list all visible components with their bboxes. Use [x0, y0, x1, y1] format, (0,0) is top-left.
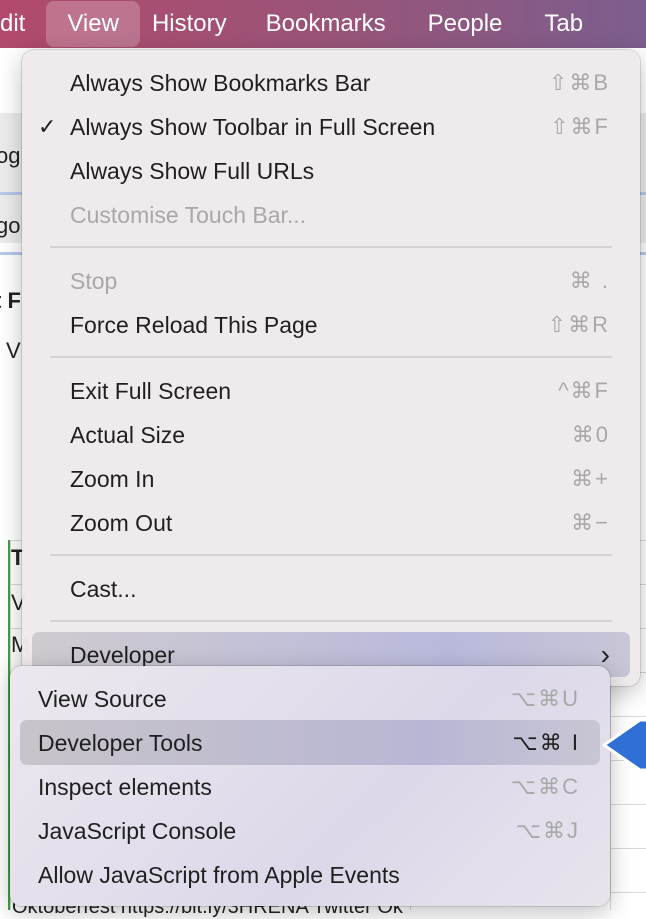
developer-submenu: View Source ⌥⌘U Developer Tools ⌥⌘ I Inspe…: [10, 666, 610, 906]
shortcut: ⇧⌘R: [547, 312, 610, 337]
label: Cast...: [70, 575, 137, 602]
bg-text: t F: [0, 288, 21, 313]
label: Actual Size: [70, 421, 186, 448]
label: Customise Touch Bar...: [70, 201, 307, 228]
separator: [50, 356, 612, 358]
shortcut: ⌥⌘C: [510, 774, 580, 799]
label: Zoom Out: [70, 509, 173, 536]
menu-item-stop: Stop ⌘ .: [22, 259, 640, 303]
menu-people[interactable]: People: [407, 1, 524, 47]
label: View Source: [38, 685, 167, 712]
menu-item-view-source[interactable]: View Source ⌥⌘U: [10, 677, 610, 721]
menu-item-actual-size[interactable]: Actual Size ⌘0: [22, 413, 640, 457]
checkmark-icon: ✓: [38, 114, 57, 139]
separator: [50, 554, 612, 556]
menu-bar: dit View History Bookmarks People Tab: [0, 0, 646, 48]
label: Zoom In: [70, 465, 155, 492]
bg-text: go: [0, 213, 21, 238]
bg-text: V: [6, 338, 21, 363]
label: Allow JavaScript from Apple Events: [38, 861, 400, 888]
shortcut: ⌘+: [571, 466, 610, 491]
label: Developer: [70, 641, 175, 668]
menu-item-cast[interactable]: Cast...: [22, 567, 640, 611]
bg-text: og: [0, 143, 21, 168]
label: Always Show Bookmarks Bar: [70, 69, 371, 96]
menu-item-force-reload[interactable]: Force Reload This Page ⇧⌘R: [22, 303, 640, 347]
shortcut: ⌥⌘U: [510, 686, 580, 711]
label: JavaScript Console: [38, 817, 237, 844]
menu-tab[interactable]: Tab: [523, 1, 604, 47]
menu-item-allow-javascript-apple-events[interactable]: Allow JavaScript from Apple Events: [10, 853, 610, 897]
menu-item-always-show-full-urls[interactable]: Always Show Full URLs: [22, 149, 640, 193]
label: Exit Full Screen: [70, 377, 232, 404]
menu-history[interactable]: History: [140, 1, 245, 47]
separator: [50, 246, 612, 248]
shortcut: ⌘ .: [569, 268, 610, 293]
shortcut: ⌘0: [571, 422, 610, 447]
label: Always Show Full URLs: [70, 157, 315, 184]
menu-edit[interactable]: dit: [0, 1, 46, 47]
separator: [50, 620, 612, 622]
menu-item-inspect-elements[interactable]: Inspect elements ⌥⌘C: [10, 765, 610, 809]
view-menu: Always Show Bookmarks Bar ⇧⌘B ✓ Always Sho…: [22, 50, 640, 686]
label: Stop: [70, 267, 118, 294]
shortcut: ^⌘F: [558, 378, 610, 403]
label: Inspect elements: [38, 773, 212, 800]
shortcut: ⌥⌘ I: [512, 730, 580, 755]
menu-item-zoom-in[interactable]: Zoom In ⌘+: [22, 457, 640, 501]
menu-item-always-show-bookmarks-bar[interactable]: Always Show Bookmarks Bar ⇧⌘B: [22, 61, 640, 105]
shortcut: ⌘−: [571, 510, 610, 535]
menu-item-customise-touch-bar: Customise Touch Bar...: [22, 193, 640, 237]
shortcut: ⇧⌘B: [548, 70, 610, 95]
shortcut: ⇧⌘F: [550, 114, 610, 139]
label: Always Show Toolbar in Full Screen: [70, 113, 436, 140]
menu-item-exit-full-screen[interactable]: Exit Full Screen ^⌘F: [22, 369, 640, 413]
menu-view[interactable]: View: [46, 1, 140, 47]
menu-item-always-show-toolbar[interactable]: ✓ Always Show Toolbar in Full Screen ⇧⌘F: [22, 105, 640, 149]
menu-item-developer-tools[interactable]: Developer Tools ⌥⌘ I: [10, 721, 610, 765]
label: Developer Tools: [38, 729, 203, 756]
menu-item-javascript-console[interactable]: JavaScript Console ⌥⌘J: [10, 809, 610, 853]
label: Force Reload This Page: [70, 311, 318, 338]
shortcut: ⌥⌘J: [515, 818, 580, 843]
menu-item-zoom-out[interactable]: Zoom Out ⌘−: [22, 501, 640, 545]
menu-bookmarks[interactable]: Bookmarks: [245, 1, 407, 47]
pointer-arrow-icon: [602, 718, 646, 772]
